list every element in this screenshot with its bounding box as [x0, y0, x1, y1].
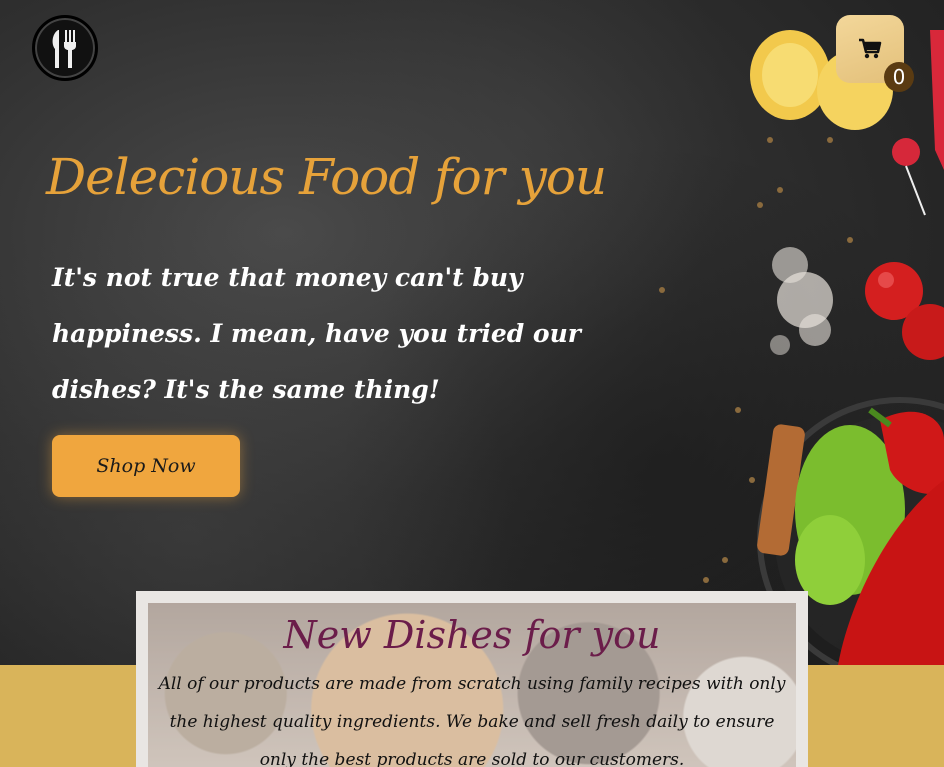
site-logo[interactable] — [32, 15, 98, 81]
fork-knife-icon — [52, 30, 76, 68]
new-dishes-background: New Dishes for you All of our products a… — [148, 603, 796, 767]
hero-section: 0 Delecious Food for you It's not true t… — [0, 0, 944, 665]
tomatoes-decoration — [865, 262, 944, 360]
hero-tagline: It's not true that money can't buy happi… — [52, 263, 581, 404]
shopping-cart-icon — [859, 38, 882, 59]
new-dishes-card: New Dishes for you All of our products a… — [136, 591, 808, 767]
salt-decoration — [770, 247, 833, 355]
new-dishes-title: New Dishes for you — [283, 613, 661, 657]
shop-now-button[interactable]: Shop Now — [52, 435, 240, 497]
hero-title: Delecious Food for you — [46, 148, 607, 206]
new-dishes-text: All of our products are made from scratc… — [158, 674, 786, 767]
cart-count-badge: 0 — [884, 62, 914, 92]
